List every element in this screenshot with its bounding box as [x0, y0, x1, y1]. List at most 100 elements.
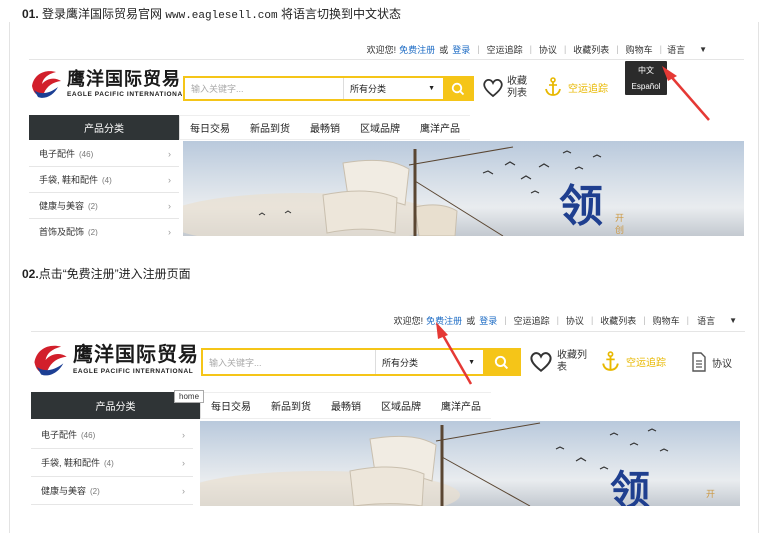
shipping-track-label: 空运追踪: [568, 83, 608, 95]
eagle-logo-icon: [34, 345, 67, 376]
chevron-right-icon: ›: [168, 226, 171, 237]
step-1-url: www.eaglesell.com: [165, 10, 278, 22]
heart-icon: [483, 78, 503, 98]
topbar-welcome: 欢迎您!: [366, 44, 397, 55]
category-item[interactable]: 健康与美容 (2) ›: [29, 193, 179, 219]
nav-item-best-sellers[interactable]: 最畅销: [321, 392, 371, 419]
chevron-right-icon: ›: [182, 429, 185, 440]
screenshot-2: 欢迎您! 免费注册 或 登录 | 空运追踪 | 协议 | 收藏列表 | 购物车 …: [31, 306, 745, 506]
step-2-text: 点击“免费注册”进入注册页面: [38, 267, 191, 281]
category-select[interactable]: 所有分类 ▼: [343, 78, 443, 99]
nav-item-regional-brands[interactable]: 区域品牌: [350, 115, 410, 140]
favorites-label: 收藏列表: [557, 350, 587, 373]
hero-banner[interactable]: 领 开 创: [183, 141, 744, 236]
topbar-login-link[interactable]: 登录: [452, 43, 470, 56]
category-item[interactable]: 手袋, 鞋和配件 (4) ›: [29, 167, 179, 193]
category-item-label: 电子配件: [41, 430, 78, 440]
category-item-label: 首饰及配饰: [39, 227, 85, 236]
logo-chinese-name: 鹰洋国际贸易: [73, 344, 199, 366]
topbar-divider: |: [659, 44, 662, 54]
agreement-button[interactable]: 协议: [691, 352, 732, 372]
chevron-right-icon: ›: [182, 485, 185, 496]
nav-item-new-arrivals[interactable]: 新品到货: [240, 115, 300, 140]
topbar-shipping-link[interactable]: 空运追踪: [487, 43, 523, 56]
topbar-divider: |: [590, 315, 594, 325]
search-input[interactable]: 输入关键字...: [203, 356, 375, 369]
language-option-chinese[interactable]: 中文: [631, 63, 661, 79]
language-dropdown: 中文 Español: [625, 61, 667, 95]
main-nav: 产品分类 每日交易 新品到货 最畅销 区域品牌 鹰洋产品: [29, 115, 744, 140]
chevron-down-icon: ▼: [428, 85, 435, 92]
category-item[interactable]: 电子配件 (46) ›: [31, 421, 193, 449]
frame-left-border: [9, 22, 10, 533]
hero-banner[interactable]: 领 开: [200, 421, 740, 506]
nav-item-regional-brands[interactable]: 区域品牌: [371, 392, 431, 419]
nav-item-eagle-products[interactable]: 鹰洋产品: [410, 115, 470, 140]
topbar-cart-link[interactable]: 购物车: [626, 43, 653, 56]
topbar-or: 或: [466, 315, 476, 326]
topbar-cart-link[interactable]: 购物车: [653, 314, 680, 327]
search-button[interactable]: [483, 350, 519, 374]
language-label: 语言: [697, 315, 716, 326]
topbar-register-link[interactable]: 免费注册: [426, 314, 462, 327]
favorites-button[interactable]: 收藏列表: [529, 350, 587, 374]
nav-item-eagle-products[interactable]: 鹰洋产品: [431, 392, 491, 419]
step-2-caption: 02.点击“免费注册”进入注册页面: [22, 265, 191, 282]
topbar-shipping-link[interactable]: 空运追踪: [514, 314, 550, 327]
logo-english-name: EAGLE PACIFIC INTERNATIONAL: [73, 368, 194, 375]
shipping-track-button[interactable]: 空运追踪: [601, 351, 666, 372]
search-input[interactable]: 输入关键字...: [185, 82, 343, 95]
search-button[interactable]: [443, 78, 472, 99]
topbar-divider: |: [563, 44, 567, 54]
category-item[interactable]: 电子配件 (46) ›: [29, 141, 179, 167]
divider: [29, 59, 744, 60]
banner-small-text: 创: [615, 225, 625, 235]
category-select[interactable]: 所有分类 ▼: [375, 350, 483, 374]
category-item-count: (46): [79, 150, 94, 159]
nav-item-new-arrivals[interactable]: 新品到货: [261, 392, 321, 419]
topbar-register-link[interactable]: 免费注册: [399, 43, 435, 56]
topbar-or: 或: [439, 44, 449, 55]
favorites-button[interactable]: 收藏列表: [482, 76, 533, 100]
category-item-count: (4): [104, 459, 114, 468]
anchor-icon: [602, 351, 619, 371]
search-bar: 输入关键字... 所有分类 ▼: [183, 76, 474, 101]
favorites-label: 收藏列表: [507, 76, 527, 99]
step-2-number: 02.: [22, 267, 39, 281]
step-1-text-after: 将语言切换到中文状态: [280, 7, 401, 21]
topbar-login-link[interactable]: 登录: [479, 314, 497, 327]
category-item[interactable]: 首饰及配饰 (2) ›: [29, 219, 179, 237]
topbar-agreement-link[interactable]: 协议: [566, 314, 584, 327]
topbar-favorites-link[interactable]: 收藏列表: [600, 314, 636, 327]
site-logo[interactable]: 鹰洋国际贸易 EAGLE PACIFIC INTERNATIONAL: [31, 340, 199, 380]
logo-chinese-name: 鹰洋国际贸易: [67, 69, 181, 89]
search-icon: [494, 355, 508, 369]
site-logo[interactable]: 鹰洋国际贸易 EAGLE PACIFIC INTERNATIONAL: [29, 66, 187, 102]
anchor-icon: [545, 77, 561, 96]
category-item[interactable]: 健康与美容 (2) ›: [31, 477, 193, 505]
banner-calligraphy: 领: [610, 467, 650, 507]
shipping-track-button[interactable]: 空运追踪: [544, 77, 608, 97]
topbar-favorites-link[interactable]: 收藏列表: [573, 43, 609, 56]
language-label: 语言: [667, 44, 686, 55]
language-selector[interactable]: 语言 ▼: [697, 314, 737, 326]
banner-small-text: 开: [706, 489, 716, 499]
main-nav: 产品分类 每日交易 新品到货 最畅销 区域品牌 鹰洋产品: [31, 392, 745, 419]
nav-item-daily-deals[interactable]: 每日交易: [179, 115, 240, 140]
category-item[interactable]: 手袋, 鞋和配件 (4) ›: [31, 449, 193, 477]
language-option-spanish[interactable]: Español: [631, 79, 661, 95]
category-menu-head[interactable]: 产品分类: [29, 115, 179, 140]
chevron-down-icon: ▼: [729, 315, 737, 325]
nav-item-daily-deals[interactable]: 每日交易: [200, 392, 261, 419]
category-item-count: (46): [81, 431, 96, 440]
topbar-divider: |: [616, 44, 619, 54]
document-icon: [692, 352, 706, 372]
sailing-ship-illustration: [200, 422, 669, 506]
topbar-divider: |: [529, 44, 532, 54]
frame-right-border: [758, 22, 759, 533]
chevron-right-icon: ›: [182, 457, 185, 468]
topbar-agreement-link[interactable]: 协议: [539, 43, 557, 56]
chevron-right-icon: ›: [168, 148, 171, 159]
language-selector[interactable]: 语言 ▼: [667, 43, 707, 55]
nav-item-best-sellers[interactable]: 最畅销: [300, 115, 350, 140]
